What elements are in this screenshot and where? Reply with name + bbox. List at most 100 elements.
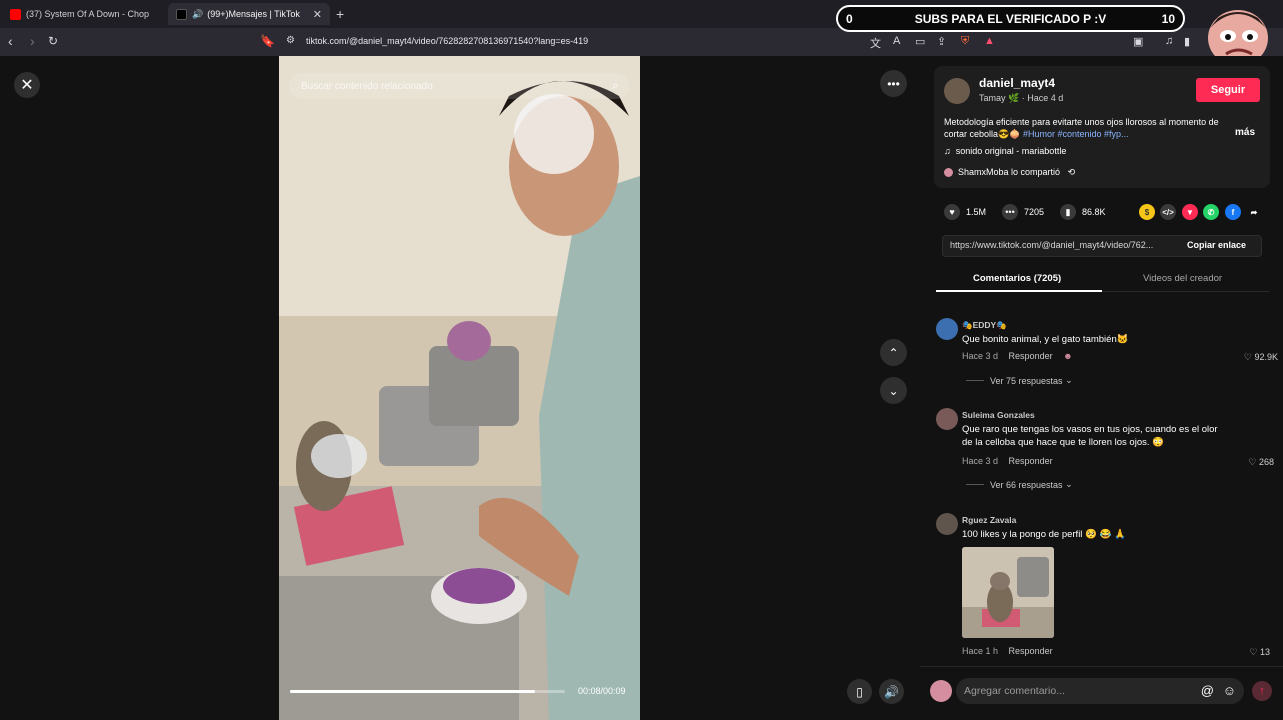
divider-line xyxy=(966,484,984,485)
close-tab-icon[interactable]: ✕ xyxy=(313,8,322,21)
author-username[interactable]: daniel_mayt4 xyxy=(979,76,1055,90)
like-count: 1.5M xyxy=(966,207,987,217)
more-options-button[interactable]: ••• xyxy=(880,70,907,97)
comment-icon: ••• xyxy=(1002,204,1018,220)
sound-name: sonido original - mariabottle xyxy=(955,146,1067,156)
comment-like[interactable]: ♡ 13 xyxy=(1220,647,1270,658)
commenter-avatar[interactable] xyxy=(936,408,958,430)
comment-time: Hace 1 h xyxy=(962,646,999,656)
search-placeholder: Buscar contenido relacionado xyxy=(301,80,433,92)
tab-tiktok[interactable]: 🔊 (99+)Mensajes | TikTok ✕ xyxy=(168,3,330,25)
send-button[interactable]: ↑ xyxy=(1252,681,1272,701)
progress-fill xyxy=(290,690,535,693)
view-replies-button[interactable]: Ver 75 respuestas ⌄ xyxy=(966,375,1073,386)
view-replies-button[interactable]: Ver 66 respuestas ⌄ xyxy=(966,479,1073,490)
reader-icon[interactable]: A xyxy=(893,35,900,47)
embed-icon[interactable]: </> xyxy=(1160,204,1176,220)
reply-button[interactable]: Responder xyxy=(1009,646,1053,656)
commenter-avatar[interactable] xyxy=(936,513,958,535)
previous-video-button[interactable]: ⌃ xyxy=(880,339,907,366)
my-avatar xyxy=(930,680,952,702)
address-bar: ‹ › ↻ 🔖 ⚙ tiktok.com/@daniel_mayt4/video… xyxy=(0,28,1283,56)
view-replies-label: Ver 75 respuestas xyxy=(990,375,1063,386)
copy-link-button[interactable]: Copiar enlace xyxy=(1187,240,1246,250)
mini-player-button[interactable]: ▯ xyxy=(847,679,872,704)
share-arrow-icon[interactable]: ➦ xyxy=(1246,204,1262,220)
reply-button[interactable]: Responder xyxy=(1009,351,1053,361)
cast-icon[interactable]: ▭ xyxy=(915,35,925,48)
commenter-avatar[interactable] xyxy=(936,318,958,340)
comment-image[interactable] xyxy=(962,547,1054,638)
sound-row[interactable]: ♫ sonido original - mariabottle xyxy=(944,146,1066,156)
tab-creator-videos[interactable]: Videos del creador xyxy=(1143,273,1222,284)
subs-title: SUBS PARA EL VERIFICADO P :V xyxy=(914,11,1107,26)
bookmark-icon: ▮ xyxy=(1060,204,1076,220)
follow-button[interactable]: Seguir xyxy=(1196,78,1260,102)
tab-youtube[interactable]: (37) System Of A Down - Chop Suey! xyxy=(2,3,160,25)
volume-button[interactable]: 🔊 xyxy=(879,679,904,704)
view-replies-label: Ver 66 respuestas xyxy=(990,479,1063,490)
url-field[interactable]: tiktok.com/@daniel_mayt4/video/762828270… xyxy=(306,36,588,46)
post-link: https://www.tiktok.com/@daniel_mayt4/vid… xyxy=(950,240,1154,250)
comment-stat[interactable]: ••• 7205 xyxy=(1002,204,1044,220)
rewards-icon[interactable]: ▲ xyxy=(984,35,995,47)
sidebar-toggle-icon[interactable]: ▣ xyxy=(1133,35,1143,48)
facebook-icon[interactable]: f xyxy=(1225,204,1241,220)
close-video-button[interactable]: ✕ xyxy=(14,72,40,98)
related-search-input[interactable]: Buscar contenido relacionado ⌕ xyxy=(289,73,629,99)
video-frame xyxy=(279,56,640,720)
more-button[interactable]: más xyxy=(1235,127,1255,138)
emoji-icon[interactable]: ☺ xyxy=(1223,683,1236,698)
whatsapp-icon[interactable]: ✆ xyxy=(1203,204,1219,220)
chevron-down-icon: ⌄ xyxy=(1065,375,1073,385)
author-avatar[interactable] xyxy=(944,78,970,104)
tab-comments[interactable]: Comentarios (7205) xyxy=(973,273,1061,284)
commenter-name[interactable]: Suleima Gonzales xyxy=(962,410,1035,420)
speaker-icon: 🔊 xyxy=(192,8,204,19)
coin-icon[interactable]: $ xyxy=(1139,204,1155,220)
sharer-avatar-icon xyxy=(944,168,953,178)
comment-count: 7205 xyxy=(1024,207,1045,217)
like-stat[interactable]: ♥ 1.5M xyxy=(944,204,986,220)
extensions-icon[interactable]: ▮ xyxy=(1184,35,1190,48)
music-note-icon: ♫ xyxy=(944,146,951,156)
divider-line xyxy=(966,380,984,381)
new-tab-button[interactable]: + xyxy=(336,6,344,22)
video-progress-bar[interactable] xyxy=(290,690,565,693)
comment-placeholder: Agregar comentario... xyxy=(964,685,1065,697)
share-page-icon[interactable]: ⇪ xyxy=(937,35,946,48)
comment-time: Hace 3 d xyxy=(962,351,999,361)
subs-goal-overlay: 0 SUBS PARA EL VERIFICADO P :V 10 xyxy=(836,5,1185,32)
commenter-name[interactable]: 🎭EDDY🎭 xyxy=(962,320,1007,331)
shared-row: ShamxMoba lo compartió ⟲ xyxy=(944,167,1075,178)
heart-icon: ♥ xyxy=(944,204,960,220)
mention-icon[interactable]: @ xyxy=(1201,683,1214,698)
back-icon[interactable]: ‹ xyxy=(8,33,13,49)
hashtags[interactable]: #Humor #contenido #fyp... xyxy=(1023,129,1129,139)
forward-icon[interactable]: › xyxy=(30,33,35,49)
comment-like[interactable]: ♡ 268 xyxy=(1224,457,1274,468)
brave-shield-icon[interactable]: ⛨ xyxy=(961,35,969,48)
tab-title: (99+)Mensajes | TikTok xyxy=(207,9,300,19)
media-icon[interactable]: ♫ xyxy=(1165,35,1173,47)
save-count: 86.8K xyxy=(1082,207,1106,217)
search-icon[interactable]: ⌕ xyxy=(612,78,619,93)
video-player[interactable] xyxy=(279,56,640,720)
comment-like[interactable]: ♡ 92.9K xyxy=(1228,352,1278,363)
comment-like-count: 92.9K xyxy=(1254,352,1278,362)
comment-meta: Hace 3 d Responder xyxy=(962,456,1053,466)
commenter-name[interactable]: Rguez Zavala xyxy=(962,515,1016,525)
comment-meta: Hace 3 d Responder ☻ xyxy=(962,351,1073,361)
save-stat[interactable]: ▮ 86.8K xyxy=(1060,204,1106,220)
reload-icon[interactable]: ↻ xyxy=(48,34,58,48)
comment-meta: Hace 1 h Responder xyxy=(962,646,1053,656)
next-video-button[interactable]: ⌄ xyxy=(880,377,907,404)
comment-input[interactable]: Agregar comentario... @ ☺ xyxy=(956,678,1244,704)
site-settings-icon[interactable]: ⚙ xyxy=(286,35,295,46)
bookmark-icon[interactable]: 🔖 xyxy=(260,34,275,48)
translate-icon[interactable]: 文 xyxy=(870,35,881,51)
tab-title: (37) System Of A Down - Chop Suey! xyxy=(26,9,152,19)
repost-share-icon[interactable]: ▼ xyxy=(1182,204,1198,220)
reply-button[interactable]: Responder xyxy=(1009,456,1053,466)
comment-text: 100 likes y la pongo de perfil 🥺 😂 🙏 xyxy=(962,529,1126,540)
